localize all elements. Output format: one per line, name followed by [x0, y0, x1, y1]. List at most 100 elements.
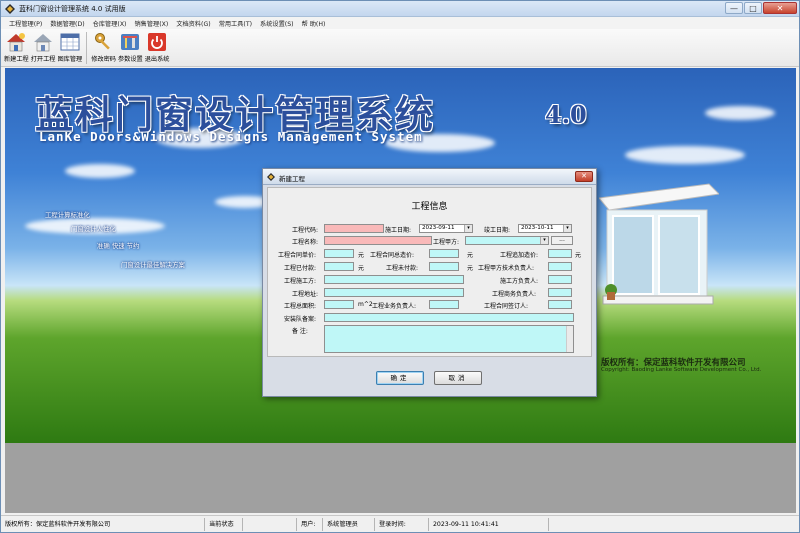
menu-bar: 工程管理(P) 数据管理(D) 仓库管理(X) 销售管理(X) 文档资料(G) …	[1, 17, 799, 29]
construction-lead-input[interactable]	[548, 275, 572, 284]
party-a-tech-input[interactable]	[548, 262, 572, 271]
status-current-value	[243, 517, 297, 531]
end-date-picker[interactable]: 2023-10-11 ▾	[518, 224, 572, 233]
settings-button[interactable]: 参数设置	[118, 29, 143, 66]
new-project-button[interactable]: 新建工程	[4, 29, 29, 66]
code-label: 工程代码:	[292, 227, 319, 234]
slogan-2: 门窗设计人性化	[71, 225, 116, 233]
contract-signer-input[interactable]	[548, 300, 572, 309]
sales-lead-label: 工程业务负责人:	[372, 303, 417, 310]
app-window: 蓝科门窗设计管理系统 4.0 试用版 — □ ✕ 工程管理(P) 数据管理(D)…	[0, 0, 800, 533]
exit-button[interactable]: 退出系统	[145, 29, 170, 66]
start-date-value: 2023-09-11	[422, 225, 455, 231]
key-icon	[93, 31, 115, 53]
start-date-picker[interactable]: 2023-09-11 ▾	[419, 224, 473, 233]
construction-input[interactable]	[324, 275, 464, 284]
menu-settings[interactable]: 系统设置(S)	[256, 17, 298, 29]
chevron-down-icon: ▾	[464, 225, 472, 232]
cancel-button[interactable]: 取消	[434, 371, 482, 385]
sales-lead-input[interactable]	[429, 300, 459, 309]
unpaid-input[interactable]	[429, 262, 459, 271]
business-lead-input[interactable]	[548, 288, 572, 297]
remark-textarea[interactable]	[324, 325, 574, 353]
install-team-input[interactable]	[324, 313, 574, 322]
status-user-label: 用户:	[297, 517, 323, 531]
minimize-button[interactable]: —	[725, 2, 743, 14]
paid-unit: 元	[358, 265, 365, 272]
unpaid-label: 工程未付款:	[386, 265, 419, 272]
menu-documents[interactable]: 文档资料(G)	[172, 17, 214, 29]
unpaid-unit: 元	[467, 265, 474, 272]
install-team-label: 安装队备案:	[284, 316, 317, 323]
unit-price-label: 工程合同单价:	[278, 252, 317, 259]
menu-help[interactable]: 帮 助(H)	[298, 17, 330, 29]
gallery-button[interactable]: 图库管理	[57, 29, 83, 66]
name-label: 工程名称:	[292, 239, 319, 246]
add-price-label: 工程追加造价:	[500, 252, 539, 259]
party-a-label: 工程甲方:	[433, 239, 460, 246]
dialog-close-button[interactable]: ✕	[575, 171, 593, 182]
slogan-1: 工程计算标准化	[45, 211, 90, 219]
menu-tools[interactable]: 常用工具(T)	[215, 17, 256, 29]
dialog-title-bar: 新建工程 ✕	[263, 169, 596, 185]
area-unit: m^2	[358, 301, 373, 308]
code-input[interactable]	[324, 224, 384, 233]
window-title: 蓝科门窗设计管理系统 4.0 试用版	[19, 5, 126, 13]
unit-price-input[interactable]	[324, 249, 354, 258]
party-a-tech-label: 工程甲方技术负责人:	[478, 265, 535, 272]
status-bar: 版权所有：保定蓝科软件开发有限公司 当前状态 用户: 系统管理员 登录时间: 2…	[1, 515, 799, 532]
unit-price-unit: 元	[358, 252, 365, 259]
total-price-input[interactable]	[429, 249, 459, 258]
dialog-diamond-icon	[267, 173, 275, 181]
add-price-input[interactable]	[548, 249, 572, 258]
party-a-select[interactable]: ▾	[465, 236, 549, 245]
new-house-icon	[5, 31, 27, 53]
remark-label: 备 注:	[292, 328, 308, 335]
dialog-title: 新建工程	[279, 175, 305, 183]
party-a-browse-button[interactable]: ...	[551, 236, 573, 245]
splash-version: 4.0	[545, 100, 587, 129]
construction-label: 工程施工方:	[284, 278, 317, 285]
status-current-label: 当前状态	[205, 517, 243, 531]
area-input[interactable]	[324, 300, 354, 309]
construction-lead-label: 施工方负责人:	[500, 278, 539, 285]
app-diamond-icon	[5, 4, 15, 14]
open-house-icon	[32, 31, 54, 53]
ok-button[interactable]: 确定	[376, 371, 424, 385]
grid-gallery-icon	[59, 31, 81, 53]
remark-scrollbar[interactable]	[566, 326, 573, 352]
status-login-value: 2023-09-11 10:41:41	[429, 517, 549, 531]
name-input[interactable]	[324, 236, 432, 245]
gallery-label: 图库管理	[57, 56, 83, 63]
open-project-button[interactable]: 打开工程	[31, 29, 56, 66]
start-date-label: 施工日期:	[385, 227, 412, 234]
address-input[interactable]	[324, 288, 464, 297]
end-date-label: 竣工日期:	[484, 227, 511, 234]
project-form: 工程信息 工程代码: 施工日期: 2023-09-11 ▾ 竣工日期: 2023-…	[267, 187, 592, 357]
menu-project[interactable]: 工程管理(P)	[5, 17, 46, 29]
maximize-button[interactable]: □	[744, 2, 762, 14]
close-button[interactable]: ✕	[763, 2, 797, 14]
power-icon	[146, 31, 168, 53]
tools-icon	[119, 31, 141, 53]
form-heading: 工程信息	[411, 202, 448, 212]
change-password-label: 修改密码	[91, 56, 116, 63]
new-project-label: 新建工程	[4, 56, 29, 63]
toolbar-separator	[86, 32, 88, 64]
exit-label: 退出系统	[144, 56, 170, 63]
menu-warehouse[interactable]: 仓库管理(X)	[89, 17, 131, 29]
open-project-label: 打开工程	[30, 56, 56, 63]
area-label: 工程总面积:	[284, 303, 317, 310]
paid-input[interactable]	[324, 262, 354, 271]
business-lead-label: 工程商务负责人:	[492, 291, 537, 298]
toolbar: 新建工程 打开工程 图库管理 修改密码 参数设置 退出系统	[1, 29, 799, 67]
total-price-unit: 元	[467, 252, 474, 259]
status-owner: 版权所有：保定蓝科软件开发有限公司	[1, 517, 205, 531]
status-login-label: 登录时间:	[375, 517, 429, 531]
menu-data[interactable]: 数据管理(D)	[46, 17, 88, 29]
change-password-button[interactable]: 修改密码	[91, 29, 116, 66]
menu-sales[interactable]: 销售管理(X)	[130, 17, 172, 29]
address-label: 工程地址:	[292, 291, 319, 298]
end-date-value: 2023-10-11	[521, 225, 554, 231]
total-price-label: 工程合同总造价:	[370, 252, 415, 259]
